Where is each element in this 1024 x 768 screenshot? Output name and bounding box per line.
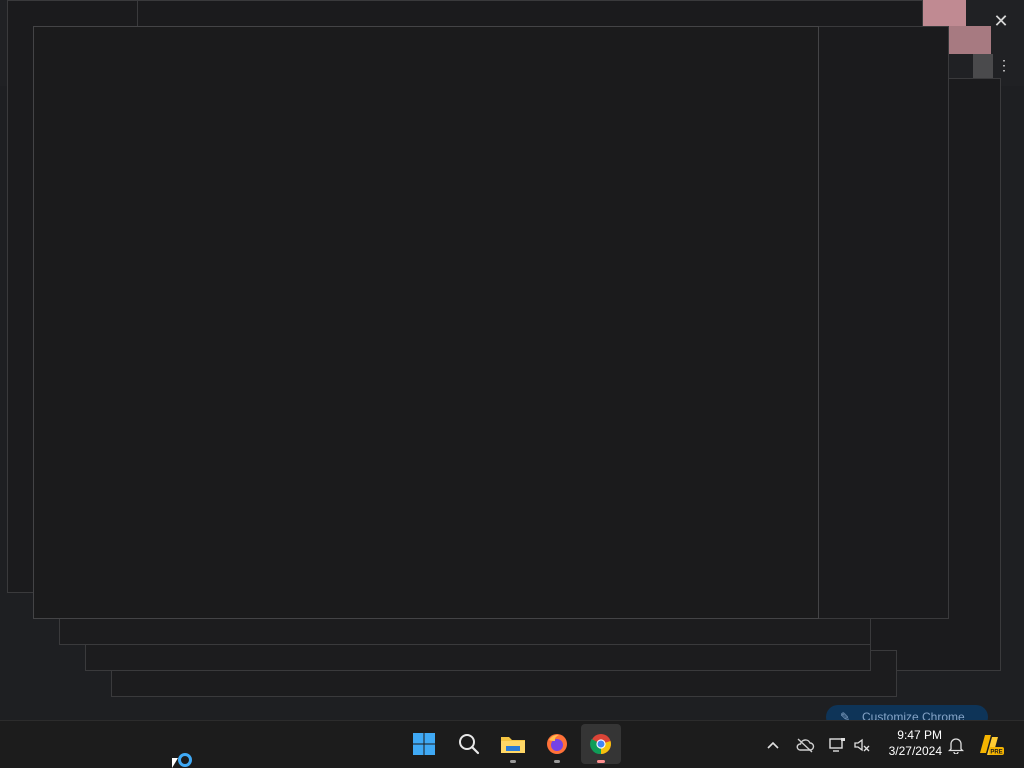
running-indicator [510, 760, 516, 763]
chrome-button[interactable] [581, 724, 621, 764]
active-indicator [597, 760, 605, 763]
taskbar-clock[interactable]: 9:47 PM 3/27/2024 [880, 727, 942, 763]
background-toolbar-fragment [973, 54, 993, 78]
network-icon[interactable] [825, 733, 849, 757]
search-button[interactable] [449, 724, 489, 764]
start-button[interactable] [404, 724, 444, 764]
chevron-up-icon[interactable] [761, 733, 785, 757]
firefox-icon [547, 734, 567, 754]
busy-spinner-icon [178, 753, 192, 767]
app-badge-text: PRE [990, 750, 1002, 756]
chrome-icon [590, 734, 611, 755]
stacked-window-frame [818, 26, 949, 619]
windows-logo-icon [413, 733, 435, 755]
more-vert-icon[interactable]: ⋮ [997, 56, 1011, 74]
foreground-blank-window[interactable] [33, 26, 819, 619]
cloud-off-icon[interactable] [793, 733, 817, 757]
close-icon[interactable]: ✕ [990, 10, 1012, 32]
file-explorer-button[interactable] [493, 724, 533, 764]
bell-icon[interactable] [944, 733, 968, 757]
running-indicator [554, 760, 560, 763]
clock-date: 3/27/2024 [888, 744, 942, 758]
firefox-button[interactable] [537, 724, 577, 764]
search-icon [459, 734, 480, 755]
clock-time: 9:47 PM [897, 728, 942, 742]
background-tab-thumbnail-2 [947, 26, 991, 54]
background-tab-thumbnail [921, 0, 966, 26]
speaker-muted-icon[interactable] [850, 733, 874, 757]
folder-icon [501, 737, 525, 753]
copilot-pre-icon[interactable]: PRE [978, 733, 1006, 757]
